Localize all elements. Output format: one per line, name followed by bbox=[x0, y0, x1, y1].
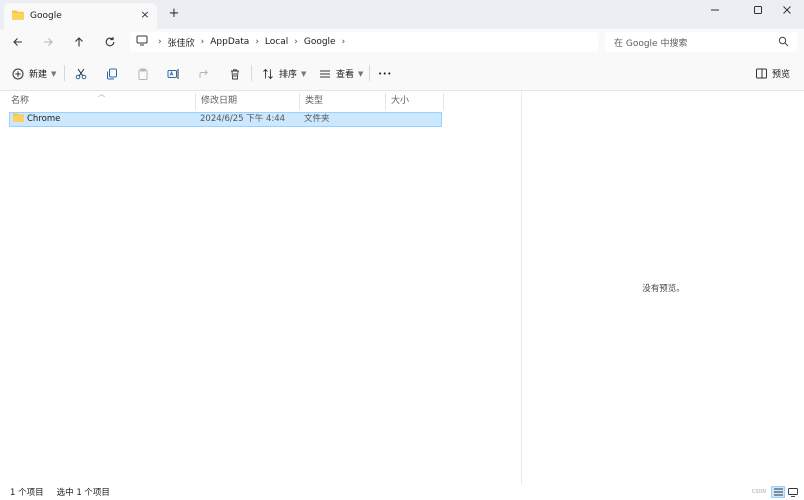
details-view-button[interactable] bbox=[771, 486, 785, 498]
column-header-date[interactable]: 修改日期 bbox=[196, 93, 300, 110]
copy-button[interactable] bbox=[106, 65, 118, 82]
minimize-icon bbox=[711, 9, 719, 11]
computer-icon[interactable] bbox=[136, 35, 148, 49]
chevron-down-icon: ▼ bbox=[301, 69, 307, 78]
cut-button[interactable] bbox=[75, 65, 87, 82]
file-date: 2024/6/25 下午 4:44 bbox=[200, 114, 286, 124]
address-bar[interactable]: › 张佳欣 › AppData › Local › Google › bbox=[130, 32, 598, 52]
preview-pane: 没有预览。 bbox=[521, 91, 804, 484]
title-bar: Google × + bbox=[0, 0, 804, 29]
tab-close-icon[interactable]: × bbox=[139, 9, 151, 21]
back-button[interactable] bbox=[9, 33, 27, 51]
close-icon bbox=[783, 6, 791, 14]
file-row-chrome[interactable]: Chrome 2024/6/25 下午 4:44 文件夹 bbox=[9, 112, 442, 127]
refresh-button[interactable] bbox=[101, 33, 119, 51]
sort-button[interactable]: 排序 ▼ bbox=[262, 65, 306, 82]
selection-count: 选中 1 个项目 bbox=[56, 488, 110, 498]
up-button[interactable] bbox=[70, 33, 88, 51]
new-button-label: 新建 bbox=[29, 70, 48, 80]
cut-icon bbox=[75, 68, 87, 79]
toolbar-divider bbox=[64, 65, 65, 81]
minimize-button[interactable] bbox=[698, 0, 732, 20]
paste-icon bbox=[138, 68, 148, 80]
file-name-cell: Chrome bbox=[10, 112, 198, 127]
new-tab-button[interactable]: + bbox=[166, 6, 182, 22]
delete-button[interactable] bbox=[229, 65, 241, 82]
file-type: 文件夹 bbox=[304, 114, 330, 124]
rename-icon bbox=[167, 68, 179, 79]
view-icon bbox=[320, 70, 330, 77]
column-header-name[interactable]: 名称 bbox=[6, 93, 196, 110]
more-button[interactable]: ••• bbox=[378, 65, 392, 82]
chevron-down-icon: ▼ bbox=[51, 69, 57, 78]
command-bar: 新建 ▼ 排序 ▼ 查看 ▼ ••• 预览 bbox=[0, 55, 804, 91]
tiles-view-icon bbox=[788, 487, 798, 497]
tiles-view-button[interactable] bbox=[786, 486, 800, 498]
more-icon: ••• bbox=[378, 69, 392, 78]
folder-icon bbox=[12, 10, 24, 23]
file-list-pane: ︿ 名称 修改日期 类型 大小 Chrome 2024/6/25 下午 4:44… bbox=[0, 90, 521, 484]
view-button-label: 查看 bbox=[336, 70, 355, 80]
column-header-type[interactable]: 类型 bbox=[300, 93, 386, 110]
preview-button-label: 预览 bbox=[772, 70, 791, 80]
copy-icon bbox=[107, 68, 117, 79]
tab-google[interactable]: Google × bbox=[4, 3, 157, 29]
status-bar: 1 个项目 选中 1 个项目 CSDN bbox=[0, 484, 804, 500]
forward-button[interactable] bbox=[39, 33, 57, 51]
sort-icon bbox=[263, 68, 273, 79]
search-icon[interactable] bbox=[778, 36, 789, 50]
breadcrumb-google[interactable]: Google bbox=[304, 37, 336, 47]
preview-toggle-button[interactable]: 预览 bbox=[756, 65, 790, 82]
search-placeholder: 在 Google 中搜索 bbox=[614, 38, 688, 49]
delete-icon bbox=[231, 68, 239, 79]
back-arrow-icon bbox=[13, 38, 22, 46]
watermark-text: CSDN bbox=[751, 489, 766, 495]
rename-button[interactable] bbox=[167, 65, 179, 82]
up-arrow-icon bbox=[75, 37, 83, 47]
tab-title: Google bbox=[30, 11, 62, 21]
new-plus-icon bbox=[12, 68, 24, 79]
share-icon bbox=[199, 69, 209, 78]
toolbar-divider bbox=[251, 65, 252, 81]
breadcrumb-separator: › bbox=[255, 37, 259, 47]
breadcrumb-separator: › bbox=[341, 37, 346, 47]
new-button[interactable]: 新建 ▼ bbox=[12, 65, 56, 82]
forward-arrow-icon bbox=[44, 38, 53, 46]
file-name: Chrome bbox=[27, 114, 61, 124]
breadcrumb-local[interactable]: Local bbox=[265, 37, 288, 47]
breadcrumb-separator: › bbox=[200, 37, 205, 47]
paste-button[interactable] bbox=[137, 65, 149, 82]
search-input[interactable]: 在 Google 中搜索 bbox=[605, 32, 797, 52]
navigation-bar: › 张佳欣 › AppData › Local › Google › 在 Goo… bbox=[0, 29, 804, 55]
column-header-size[interactable]: 大小 bbox=[386, 93, 444, 110]
breadcrumb-separator: › bbox=[158, 37, 162, 47]
sort-button-label: 排序 bbox=[279, 70, 298, 80]
share-button[interactable] bbox=[198, 65, 210, 82]
view-button[interactable]: 查看 ▼ bbox=[319, 65, 363, 82]
breadcrumb-appdata[interactable]: AppData bbox=[210, 37, 249, 47]
refresh-icon bbox=[105, 37, 115, 47]
folder-icon bbox=[13, 112, 24, 127]
column-header-row: 名称 修改日期 类型 大小 bbox=[6, 93, 444, 110]
breadcrumb-separator: › bbox=[294, 37, 298, 47]
toolbar-divider bbox=[369, 65, 370, 81]
details-view-icon bbox=[773, 488, 783, 496]
item-count: 1 个项目 bbox=[10, 488, 44, 498]
preview-pane-icon bbox=[756, 68, 767, 79]
maximize-icon bbox=[754, 6, 762, 14]
breadcrumb-user[interactable]: 张佳欣 bbox=[168, 36, 195, 49]
close-window-button[interactable] bbox=[770, 0, 804, 20]
chevron-down-icon: ▼ bbox=[358, 69, 364, 78]
no-preview-text: 没有预览。 bbox=[642, 284, 685, 294]
